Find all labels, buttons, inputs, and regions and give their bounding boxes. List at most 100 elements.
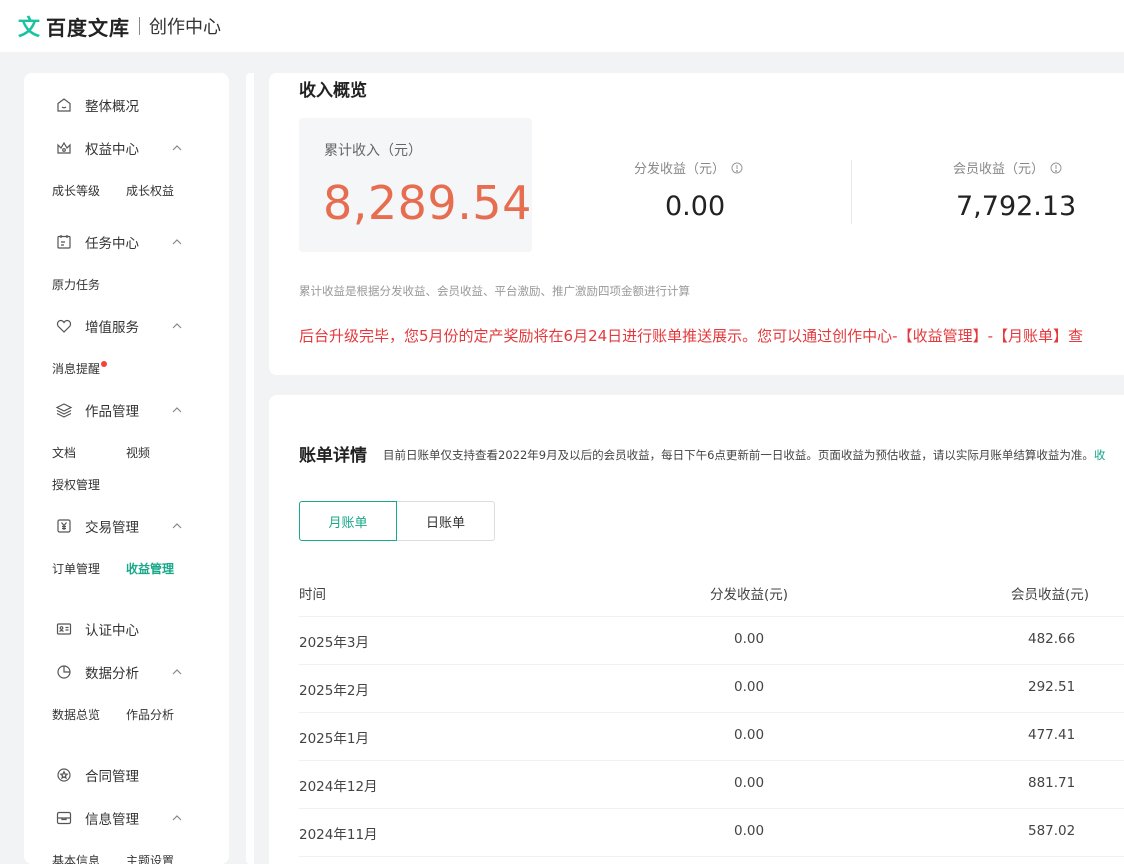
row-divider <box>299 712 1124 713</box>
sidebar-subitem-topic-settings[interactable]: 主题设置 <box>126 852 174 864</box>
sidebar-item-label: 数据分析 <box>85 666 139 682</box>
chevron-up-icon[interactable] <box>170 811 184 825</box>
sidebar-subitem-authorization[interactable]: 授权管理 <box>52 476 100 494</box>
sidebar-subitem-growth-rights[interactable]: 成长权益 <box>126 182 174 200</box>
sidebar-item-overview[interactable]: 整体概况 <box>24 90 229 120</box>
sidebar-item-data-analysis[interactable]: 数据分析 <box>24 657 229 687</box>
id-card-icon <box>55 620 73 638</box>
sidebar-item-rights-center[interactable]: 权益中心 <box>24 133 229 163</box>
row-divider <box>299 808 1124 809</box>
table-row: 2025年2月 0.00 292.51 <box>299 679 1124 699</box>
sidebar-subitem-income-management[interactable]: 收益管理 <box>126 560 174 578</box>
sidebar-item-certification[interactable]: 认证中心 <box>24 614 229 644</box>
table-row: 2025年3月 0.00 482.66 <box>299 631 1124 651</box>
sidebar-subitem-works-analysis[interactable]: 作品分析 <box>126 706 174 724</box>
logo-text[interactable]: 百度文库 <box>46 12 130 41</box>
chevron-up-icon[interactable] <box>170 141 184 155</box>
star-badge-icon <box>55 766 73 784</box>
distribution-income-value: 0.00 <box>665 191 726 222</box>
tab-daily-bill[interactable]: 日账单 <box>397 501 495 541</box>
tab-monthly-bill[interactable]: 月账单 <box>299 501 397 541</box>
income-overview-title: 收入概览 <box>299 81 367 101</box>
column-header-distribution: 分发收益(元) <box>710 587 789 603</box>
chevron-up-icon[interactable] <box>170 235 184 249</box>
row-time-cell: 2025年2月 <box>299 683 369 699</box>
row-member-cell: 587.02 <box>1028 823 1076 839</box>
row-time-cell: 2025年3月 <box>299 635 369 651</box>
sidebar-item-label: 合同管理 <box>85 769 139 785</box>
sidebar-subitem-basic-info[interactable]: 基本信息 <box>52 852 100 864</box>
sidebar-subitem-yuanli-task[interactable]: 原力任务 <box>52 276 100 294</box>
sidebar-item-label: 任务中心 <box>85 236 139 252</box>
row-distribution-cell: 0.00 <box>734 679 765 695</box>
archive-icon <box>55 809 73 827</box>
sidebar-item-label: 整体概况 <box>85 99 139 115</box>
sidebar-item-trade-management[interactable]: 交易管理 <box>24 511 229 541</box>
sidebar-item-works-management[interactable]: 作品管理 <box>24 395 229 425</box>
row-distribution-cell: 0.00 <box>734 775 765 791</box>
baidu-wenku-logo-icon[interactable]: 文 <box>18 10 40 42</box>
bill-details-description-text: 目前日账单仅支持查看2022年9月及以后的会员收益，每日下午6点更新前一日收益。… <box>383 448 1094 462</box>
yen-icon <box>55 517 73 535</box>
distribution-income-label-group: 分发收益（元） <box>634 158 743 177</box>
sidebar-subitem-video[interactable]: 视频 <box>126 444 150 462</box>
distribution-income-label: 分发收益（元） <box>634 162 726 177</box>
row-divider <box>299 760 1124 761</box>
row-distribution-cell: 0.00 <box>734 727 765 743</box>
row-member-cell: 881.71 <box>1028 775 1076 791</box>
info-icon[interactable] <box>731 162 743 174</box>
sidebar-item-label: 作品管理 <box>85 404 139 420</box>
notification-badge <box>101 361 107 367</box>
row-time-cell: 2025年1月 <box>299 731 369 747</box>
creation-center-title: 创作中心 <box>149 17 222 38</box>
table-row: 2024年11月 0.00 587.02 <box>299 823 1124 843</box>
chevron-up-icon[interactable] <box>170 519 184 533</box>
sidebar-item-label: 信息管理 <box>85 812 139 828</box>
sidebar-item-value-added[interactable]: 增值服务 <box>24 311 229 341</box>
table-row: 2024年12月 0.00 881.71 <box>299 775 1124 795</box>
chevron-up-icon[interactable] <box>170 403 184 417</box>
sidebar-subitem-order-management[interactable]: 订单管理 <box>52 560 100 578</box>
sidebar-subitem-data-overview[interactable]: 数据总览 <box>52 706 100 724</box>
sidebar-item-label: 认证中心 <box>85 623 139 639</box>
upgrade-notice: 后台升级完毕，您5月份的定产奖励将在6月24日进行账单推送展示。您可以通过创作中… <box>299 327 1084 345</box>
member-income-value: 7,792.13 <box>956 191 1077 222</box>
total-income-value: 8,289.54 <box>323 176 532 230</box>
bill-details-title: 账单详情 <box>299 446 367 466</box>
heart-icon <box>55 317 73 335</box>
row-divider <box>299 856 1124 857</box>
sidebar-item-info-management[interactable]: 信息管理 <box>24 803 229 833</box>
calendar-icon <box>55 233 73 251</box>
sidebar-item-task-center[interactable]: 任务中心 <box>24 227 229 257</box>
sidebar-item-contract-management[interactable]: 合同管理 <box>24 760 229 790</box>
chevron-up-icon[interactable] <box>170 665 184 679</box>
row-distribution-cell: 0.00 <box>734 631 765 647</box>
sidebar-item-label: 增值服务 <box>85 320 139 336</box>
row-time-cell: 2024年12月 <box>299 779 378 795</box>
bill-details-link[interactable]: 收 <box>1094 448 1106 462</box>
bill-tabs: 月账单 日账单 <box>299 501 495 541</box>
info-icon[interactable] <box>1050 162 1062 174</box>
row-member-cell: 477.41 <box>1028 727 1076 743</box>
row-distribution-cell: 0.00 <box>734 823 765 839</box>
home-icon <box>55 96 73 114</box>
total-income-box: 累计收入（元） 8,289.54 <box>299 118 532 252</box>
member-income-label-group: 会员收益（元） <box>953 158 1062 177</box>
income-calc-note: 累计收益是根据分发收益、会员收益、平台激励、推广激励四项金额进行计算 <box>299 284 690 298</box>
logo-divider <box>139 17 141 35</box>
member-income-label: 会员收益（元） <box>953 162 1045 177</box>
stat-divider <box>851 160 852 224</box>
crown-icon <box>55 139 73 157</box>
table-row: 2025年1月 0.00 477.41 <box>299 727 1124 747</box>
sidebar-subitem-message-alert[interactable]: 消息提醒 <box>52 360 100 378</box>
top-header: 文 百度文库 创作中心 <box>0 0 1124 52</box>
sidebar-item-label: 权益中心 <box>85 142 139 158</box>
sidebar: 整体概况 权益中心 成长等级 成长权益 任务中心 原力任务 增值服务 消息提醒 … <box>24 73 229 864</box>
row-divider <box>299 664 1124 665</box>
row-divider <box>299 616 1124 617</box>
row-member-cell: 292.51 <box>1028 679 1076 695</box>
sidebar-item-label: 交易管理 <box>85 520 139 536</box>
sidebar-subitem-doc[interactable]: 文档 <box>52 444 76 462</box>
chevron-up-icon[interactable] <box>170 319 184 333</box>
sidebar-subitem-growth-level[interactable]: 成长等级 <box>52 182 100 200</box>
